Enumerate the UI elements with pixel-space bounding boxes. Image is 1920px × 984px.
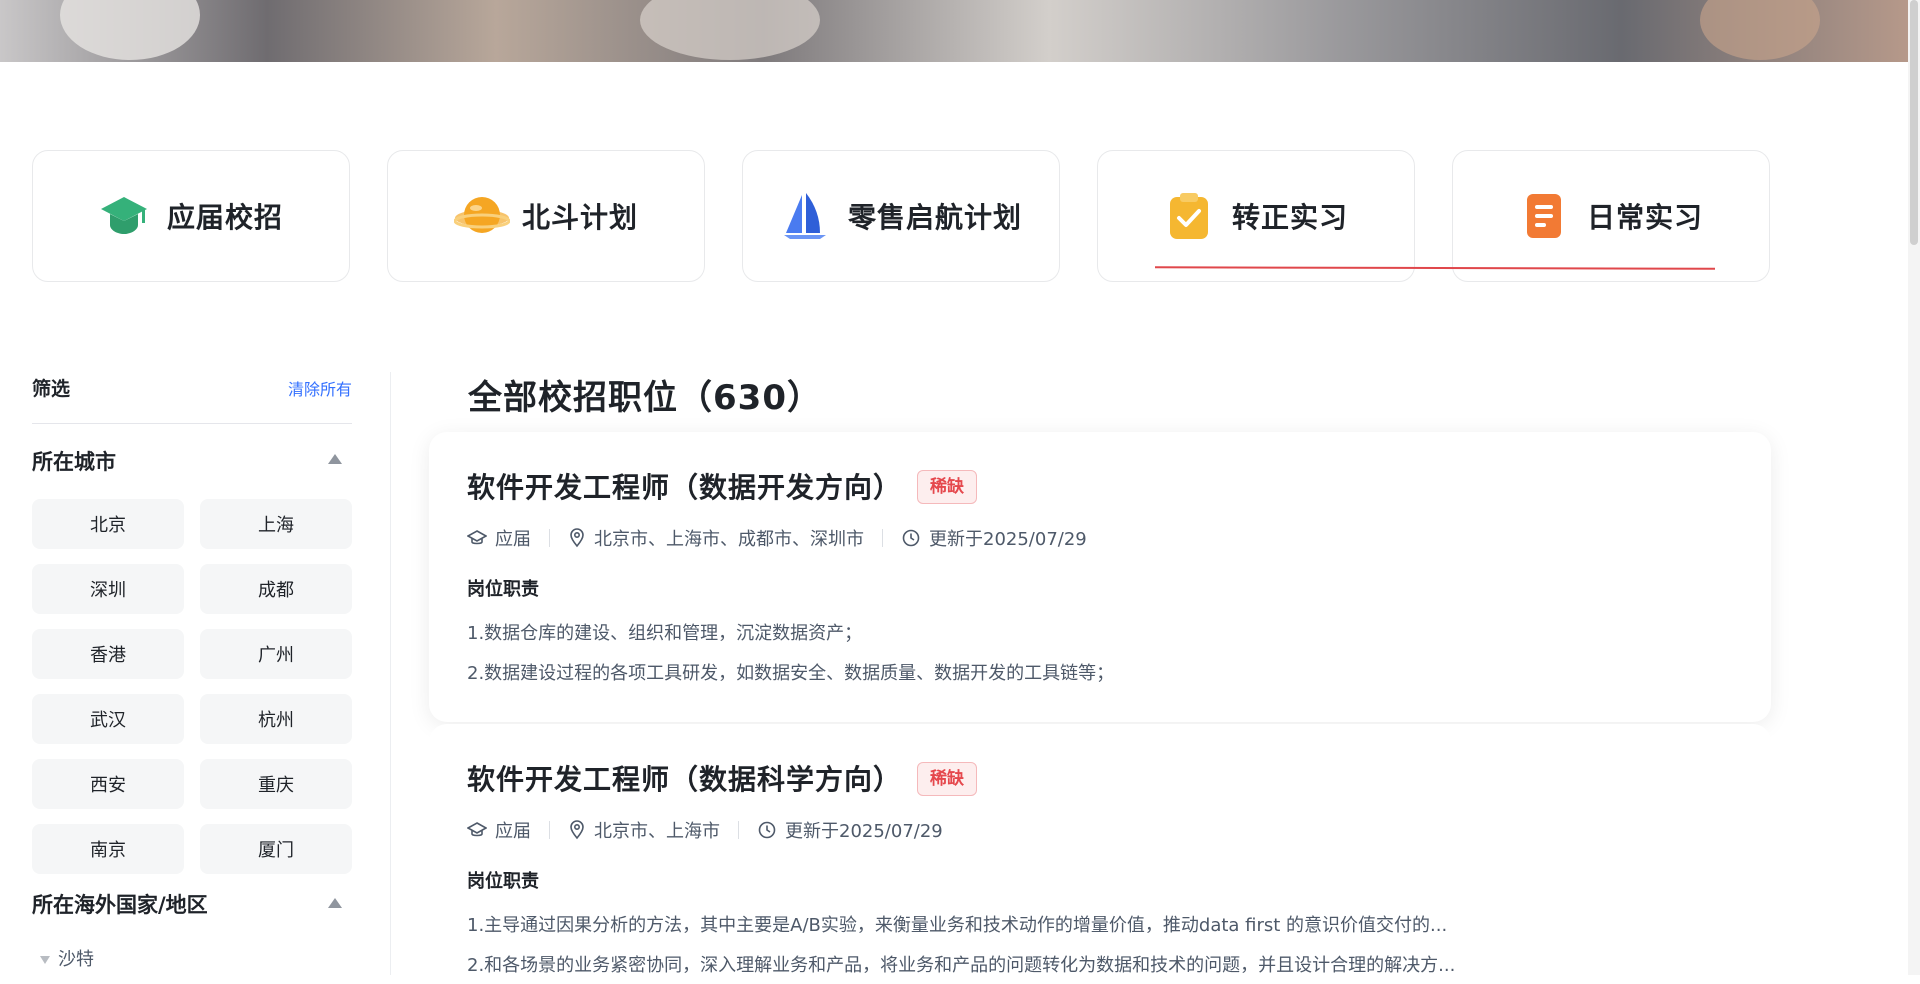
clipboard-check-icon — [1164, 191, 1214, 241]
category-card-retail[interactable]: 零售启航计划 — [742, 150, 1060, 282]
duty-title: 岗位职责 — [467, 871, 539, 892]
city-section-title: 所在城市 — [32, 450, 116, 474]
city-option[interactable]: 北京 — [32, 499, 184, 549]
category-label: 日常实习 — [1586, 201, 1703, 234]
scrollbar-thumb[interactable] — [1910, 0, 1918, 245]
hero-banner-image — [0, 0, 1908, 62]
job-type: 应届 — [495, 529, 531, 550]
category-card-intern-daily[interactable]: 日常实习 — [1452, 150, 1770, 282]
job-updated: 更新于2025/07/29 — [929, 529, 1087, 550]
graduation-cap-icon — [99, 191, 149, 241]
city-option[interactable]: 武汉 — [32, 694, 184, 744]
category-label: 零售启航计划 — [847, 201, 1022, 234]
scarce-badge: 稀缺 — [917, 762, 977, 796]
location-pin-icon — [570, 528, 584, 548]
city-option[interactable]: 重庆 — [200, 759, 352, 809]
page-title: 全部校招职位（630） — [468, 378, 822, 418]
filter-title: 筛选 — [32, 378, 71, 400]
city-option[interactable]: 成都 — [200, 564, 352, 614]
category-card-campus[interactable]: 应届校招 — [32, 150, 350, 282]
scarce-badge: 稀缺 — [917, 470, 977, 504]
job-title[interactable]: 软件开发工程师（数据开发方向） — [467, 466, 902, 506]
city-option[interactable]: 香港 — [32, 629, 184, 679]
job-meta: 应届 北京市、上海市、成都市、深圳市 更新于2025/07/29 — [467, 525, 1087, 551]
category-card-beidou[interactable]: 北斗计划 — [387, 150, 705, 282]
page-scrollbar[interactable] — [1908, 0, 1920, 975]
job-card[interactable]: 软件开发工程师（数据科学方向） 稀缺 应届 北京市、上海市 更新于2025/07… — [429, 724, 1771, 984]
duty-line: 2.数据建设过程的各项工具研发，如数据安全、数据质量、数据开发的工具链等； — [467, 663, 1115, 684]
job-title[interactable]: 软件开发工程师（数据科学方向） — [467, 758, 902, 798]
city-option[interactable]: 西安 — [32, 759, 184, 809]
graduation-cap-icon — [467, 822, 487, 837]
city-option[interactable]: 杭州 — [200, 694, 352, 744]
clock-icon — [758, 821, 776, 839]
job-locations: 北京市、上海市、成都市、深圳市 — [594, 529, 864, 550]
job-card[interactable]: 软件开发工程师（数据开发方向） 稀缺 应届 北京市、上海市、成都市、深圳市 更新… — [429, 432, 1771, 722]
category-card-intern-regular[interactable]: 转正实习 — [1097, 150, 1415, 282]
city-option[interactable]: 广州 — [200, 629, 352, 679]
divider — [32, 423, 352, 424]
planet-icon — [453, 191, 511, 241]
category-label: 转正实习 — [1231, 201, 1348, 234]
job-locations: 北京市、上海市 — [594, 821, 720, 842]
sidebar-divider — [390, 372, 391, 975]
overseas-section-title: 所在海外国家/地区 — [32, 893, 208, 917]
graduation-cap-icon — [467, 530, 487, 545]
duty-line: 1.数据仓库的建设、组织和管理，沉淀数据资产； — [467, 623, 863, 644]
city-option[interactable]: 南京 — [32, 824, 184, 874]
duty-line: 1.主导通过因果分析的方法，其中主要是A/B实验，来衡量业务和技术动作的增量价值… — [467, 915, 1448, 936]
caret-down-icon — [40, 956, 50, 964]
city-option[interactable]: 深圳 — [32, 564, 184, 614]
duty-title: 岗位职责 — [467, 579, 539, 600]
document-list-icon — [1519, 191, 1569, 241]
clock-icon — [902, 529, 920, 547]
sailboat-icon — [780, 191, 830, 241]
city-option[interactable]: 上海 — [200, 499, 352, 549]
job-meta: 应届 北京市、上海市 更新于2025/07/29 — [467, 817, 943, 843]
overseas-option-label: 沙特 — [58, 949, 94, 970]
category-label: 应届校招 — [166, 201, 283, 234]
overseas-option[interactable]: 沙特 — [40, 945, 94, 971]
job-type: 应届 — [495, 821, 531, 842]
location-pin-icon — [570, 820, 584, 840]
job-updated: 更新于2025/07/29 — [785, 821, 943, 842]
collapse-up-icon[interactable] — [328, 454, 342, 464]
duty-line: 2.和各场景的业务紧密协同，深入理解业务和产品，将业务和产品的问题转化为数据和技… — [467, 955, 1456, 976]
city-option[interactable]: 厦门 — [200, 824, 352, 874]
category-label: 北斗计划 — [521, 201, 638, 234]
clear-all-link[interactable]: 清除所有 — [288, 376, 352, 400]
collapse-up-icon[interactable] — [328, 898, 342, 908]
